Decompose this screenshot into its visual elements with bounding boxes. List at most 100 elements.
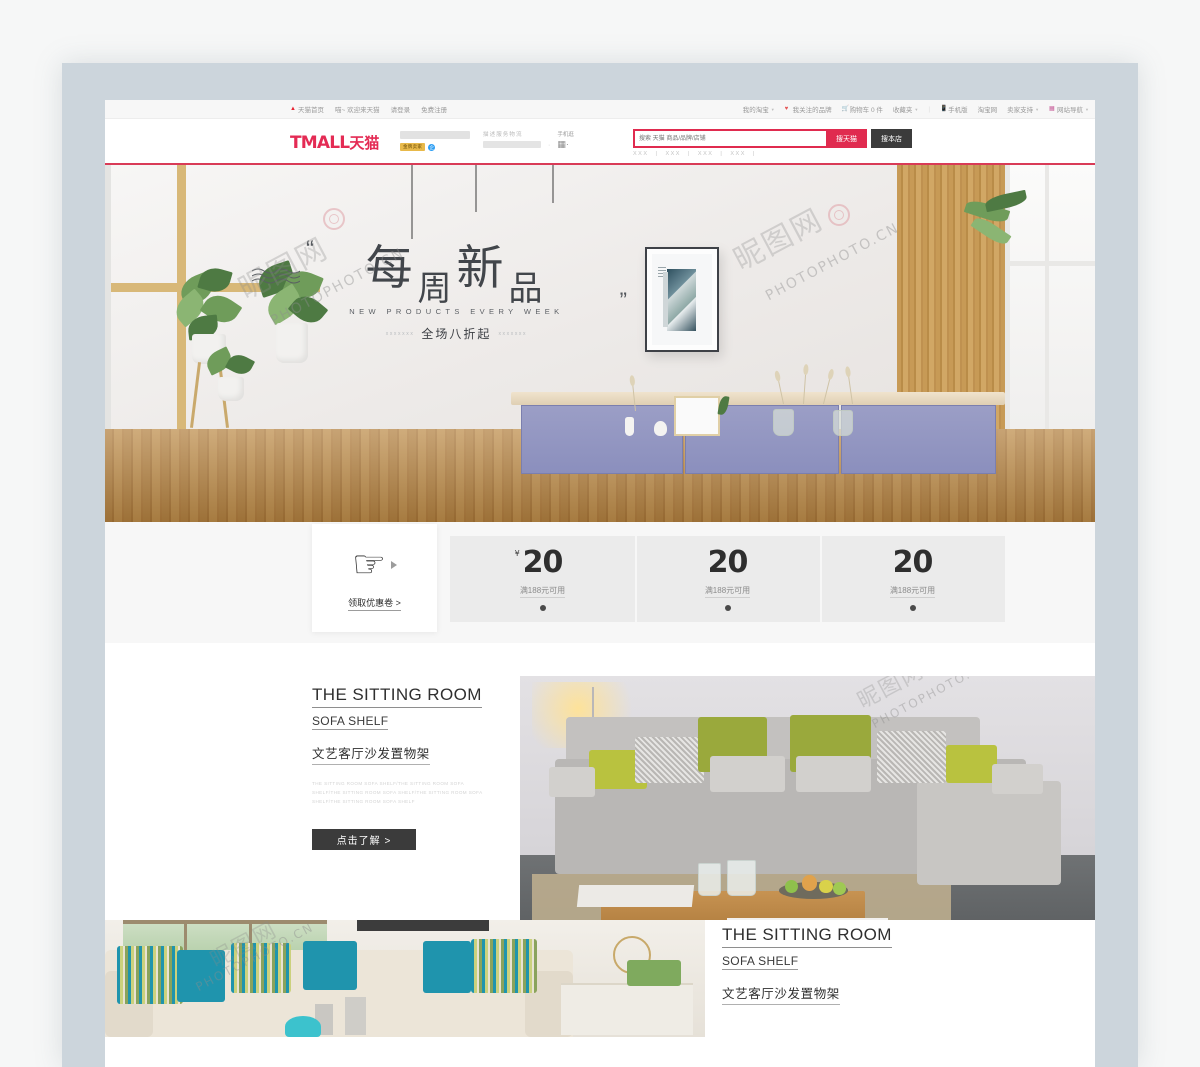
open-magazine: [576, 885, 694, 907]
promo-deco-left: xxxxxxx: [385, 330, 415, 337]
shop-badges: 金牌卖家 企: [400, 143, 470, 151]
hero-title: 每周新品: [308, 240, 605, 307]
topbar-link-home[interactable]: ▲ 天猫首页: [290, 104, 324, 114]
coupon-strip: ¥20 满188元可用 20 满188元可用 20 满188元可用: [450, 536, 1005, 622]
sofa-chaise: [916, 780, 1061, 885]
topbar-link-seller-support[interactable]: 卖家支持 ▼: [1007, 104, 1039, 115]
wall-art-dark: [357, 920, 489, 931]
coupon-amount: 20: [707, 544, 749, 580]
hot-word-sep: |: [655, 151, 659, 157]
hot-word[interactable]: XXX: [698, 151, 714, 157]
coupon-amount: 20: [522, 544, 564, 580]
chevron-down-icon: ▼: [914, 106, 919, 112]
search-shop-button[interactable]: 搜本店: [871, 129, 912, 148]
product-subtitle-en: SOFA SHELF: [312, 714, 389, 730]
fruit-orange: [801, 875, 817, 891]
mobile-shop-label: 手机逛: [557, 132, 574, 138]
pillow-teal: [303, 941, 357, 991]
topbar-link-cart[interactable]: 🛒 购物车 0 件: [842, 104, 883, 114]
topbar-link-site-nav[interactable]: ▦ 网站导航 ▼: [1049, 104, 1089, 114]
coupon-amount: 20: [892, 544, 934, 580]
glass-jar-left: [773, 409, 795, 437]
hot-word-sep: |: [752, 151, 756, 157]
sideboard-top: [511, 391, 1006, 405]
pillow-striped: [471, 938, 537, 993]
topbar-link-brands[interactable]: ♥ 我关注的品牌: [785, 104, 832, 114]
pillow-grey: [709, 755, 785, 792]
hot-word[interactable]: XXX: [730, 151, 746, 157]
topbar-link-register[interactable]: 免费注册: [421, 104, 447, 114]
claim-coupon-label: 领取优惠卷 >: [348, 596, 401, 611]
claim-coupon-card[interactable]: ☞ 领取优惠卷 >: [312, 524, 437, 632]
search-tmall-button[interactable]: 搜天猫: [826, 129, 867, 148]
glass-jar: [698, 863, 722, 896]
promo-deco-right: xxxxxxx: [498, 330, 528, 337]
topbar-divider: |: [928, 105, 931, 113]
screenshot-canvas: ▲ 天猫首页 喵~ 欢迎来天猫 请登录 免费注册 我的淘宝 ▼ ♥ 我关注的品牌…: [0, 0, 1200, 1067]
coupon-condition: 满188元可用: [889, 585, 936, 598]
candle-holder: [345, 997, 366, 1035]
pointing-hand-icon: ☞: [351, 543, 387, 586]
art-letter-b: [663, 268, 696, 331]
learn-more-button[interactable]: 点击了解 >: [312, 828, 416, 850]
pillow-striped: [231, 943, 291, 993]
shop-name-block[interactable]: 金牌卖家 企: [400, 131, 470, 151]
topbar-link-mytaobao[interactable]: 我的淘宝 ▼: [743, 104, 775, 115]
coupon-claim-dot-icon[interactable]: [909, 604, 916, 611]
hero-subtitle: NEW PRODUCTS EVERY WEEK: [349, 307, 564, 317]
topbar-link-label: 请登录: [390, 107, 411, 114]
mobile-shop-col[interactable]: 手机逛 ▦·: [557, 130, 574, 149]
hot-word[interactable]: XXX: [665, 151, 681, 157]
topbar-link-welcome[interactable]: 喵~ 欢迎来天猫: [335, 104, 380, 114]
coupon-item[interactable]: 20 满188元可用: [635, 536, 820, 622]
coupon-band: ¥20 满188元可用 20 满188元可用 20 满188元可用 ☞ 领取优惠…: [105, 522, 1095, 643]
coupon-item[interactable]: ¥20 满188元可用: [450, 536, 635, 622]
store-score-label: 描述服务物流: [483, 132, 523, 138]
topbar-link-label: 手机版: [948, 107, 968, 114]
product-copy-block: THE SITTING ROOM SOFA SHELF 文艺客厅沙发置物架 TH…: [312, 685, 497, 850]
topbar-link-label: 喵~ 欢迎来天猫: [335, 107, 380, 114]
pillow-green: [945, 744, 998, 784]
pillow-checked: [876, 731, 946, 784]
product-image-sofa-2[interactable]: PHOTOPHOTO.CN 昵图网: [105, 920, 705, 1037]
topbar-link-label: 免费注册: [421, 107, 448, 114]
grid-icon: ▦: [1049, 106, 1055, 112]
search-input[interactable]: [633, 129, 826, 148]
watermark-seal-icon: [827, 204, 850, 227]
store-score-col[interactable]: 描述服务物流: [483, 130, 541, 148]
pillow-arm-right: [991, 764, 1044, 795]
shop-name-placeholder: [400, 131, 470, 139]
topbar-link-favorites[interactable]: 收藏夹 ▼: [892, 104, 919, 115]
chevron-down-icon: ▼: [1085, 106, 1089, 112]
topbar-link-label: 收藏夹: [892, 107, 913, 114]
hero-title-char: 品: [508, 268, 548, 309]
coupon-item[interactable]: 20 满188元可用: [820, 536, 1005, 622]
pillow-teal: [177, 950, 225, 1002]
play-triangle-icon: [391, 560, 398, 569]
topbar-link-login[interactable]: 请登录: [391, 104, 411, 114]
wave-decoration: [251, 268, 300, 284]
product-title-en: THE SITTING ROOM: [722, 925, 892, 948]
pillow-teal: [423, 941, 471, 993]
hero-banner[interactable]: “ 每周新品 ” NEW PRODUCTS EVERY WEEK xxxxxxx…: [105, 165, 1095, 522]
hero-title-char: 周: [417, 268, 457, 309]
coupon-amount-wrap: 20: [892, 544, 934, 580]
vase-small-white: [624, 417, 634, 437]
product-image-sofa[interactable]: PHOTOPHOTO.CN 昵图网: [520, 676, 1095, 951]
tmall-logo[interactable]: TMALL天猫: [290, 132, 379, 153]
hot-word[interactable]: XXX: [633, 151, 649, 157]
side-table: [561, 983, 693, 1035]
potted-plant: [627, 959, 681, 986]
heart-icon: ♥: [784, 106, 789, 112]
hot-word-sep: |: [720, 151, 724, 157]
coupon-claim-dot-icon[interactable]: [724, 604, 731, 611]
topbar-link-taobao[interactable]: 淘宝网: [978, 104, 998, 114]
topbar-link-label: 购物车 0 件: [849, 107, 883, 114]
phone-icon: 📱: [940, 106, 948, 112]
logo-latin-text: TMALL: [290, 133, 350, 153]
coupon-claim-dot-icon[interactable]: [539, 604, 546, 611]
product-title-cn: 文艺客厅沙发置物架: [722, 983, 840, 1005]
search-box: 搜天猫 搜本店: [633, 129, 912, 148]
topbar-link-mobile[interactable]: 📱 手机版: [940, 104, 968, 114]
hero-title-char: 新: [456, 240, 509, 296]
